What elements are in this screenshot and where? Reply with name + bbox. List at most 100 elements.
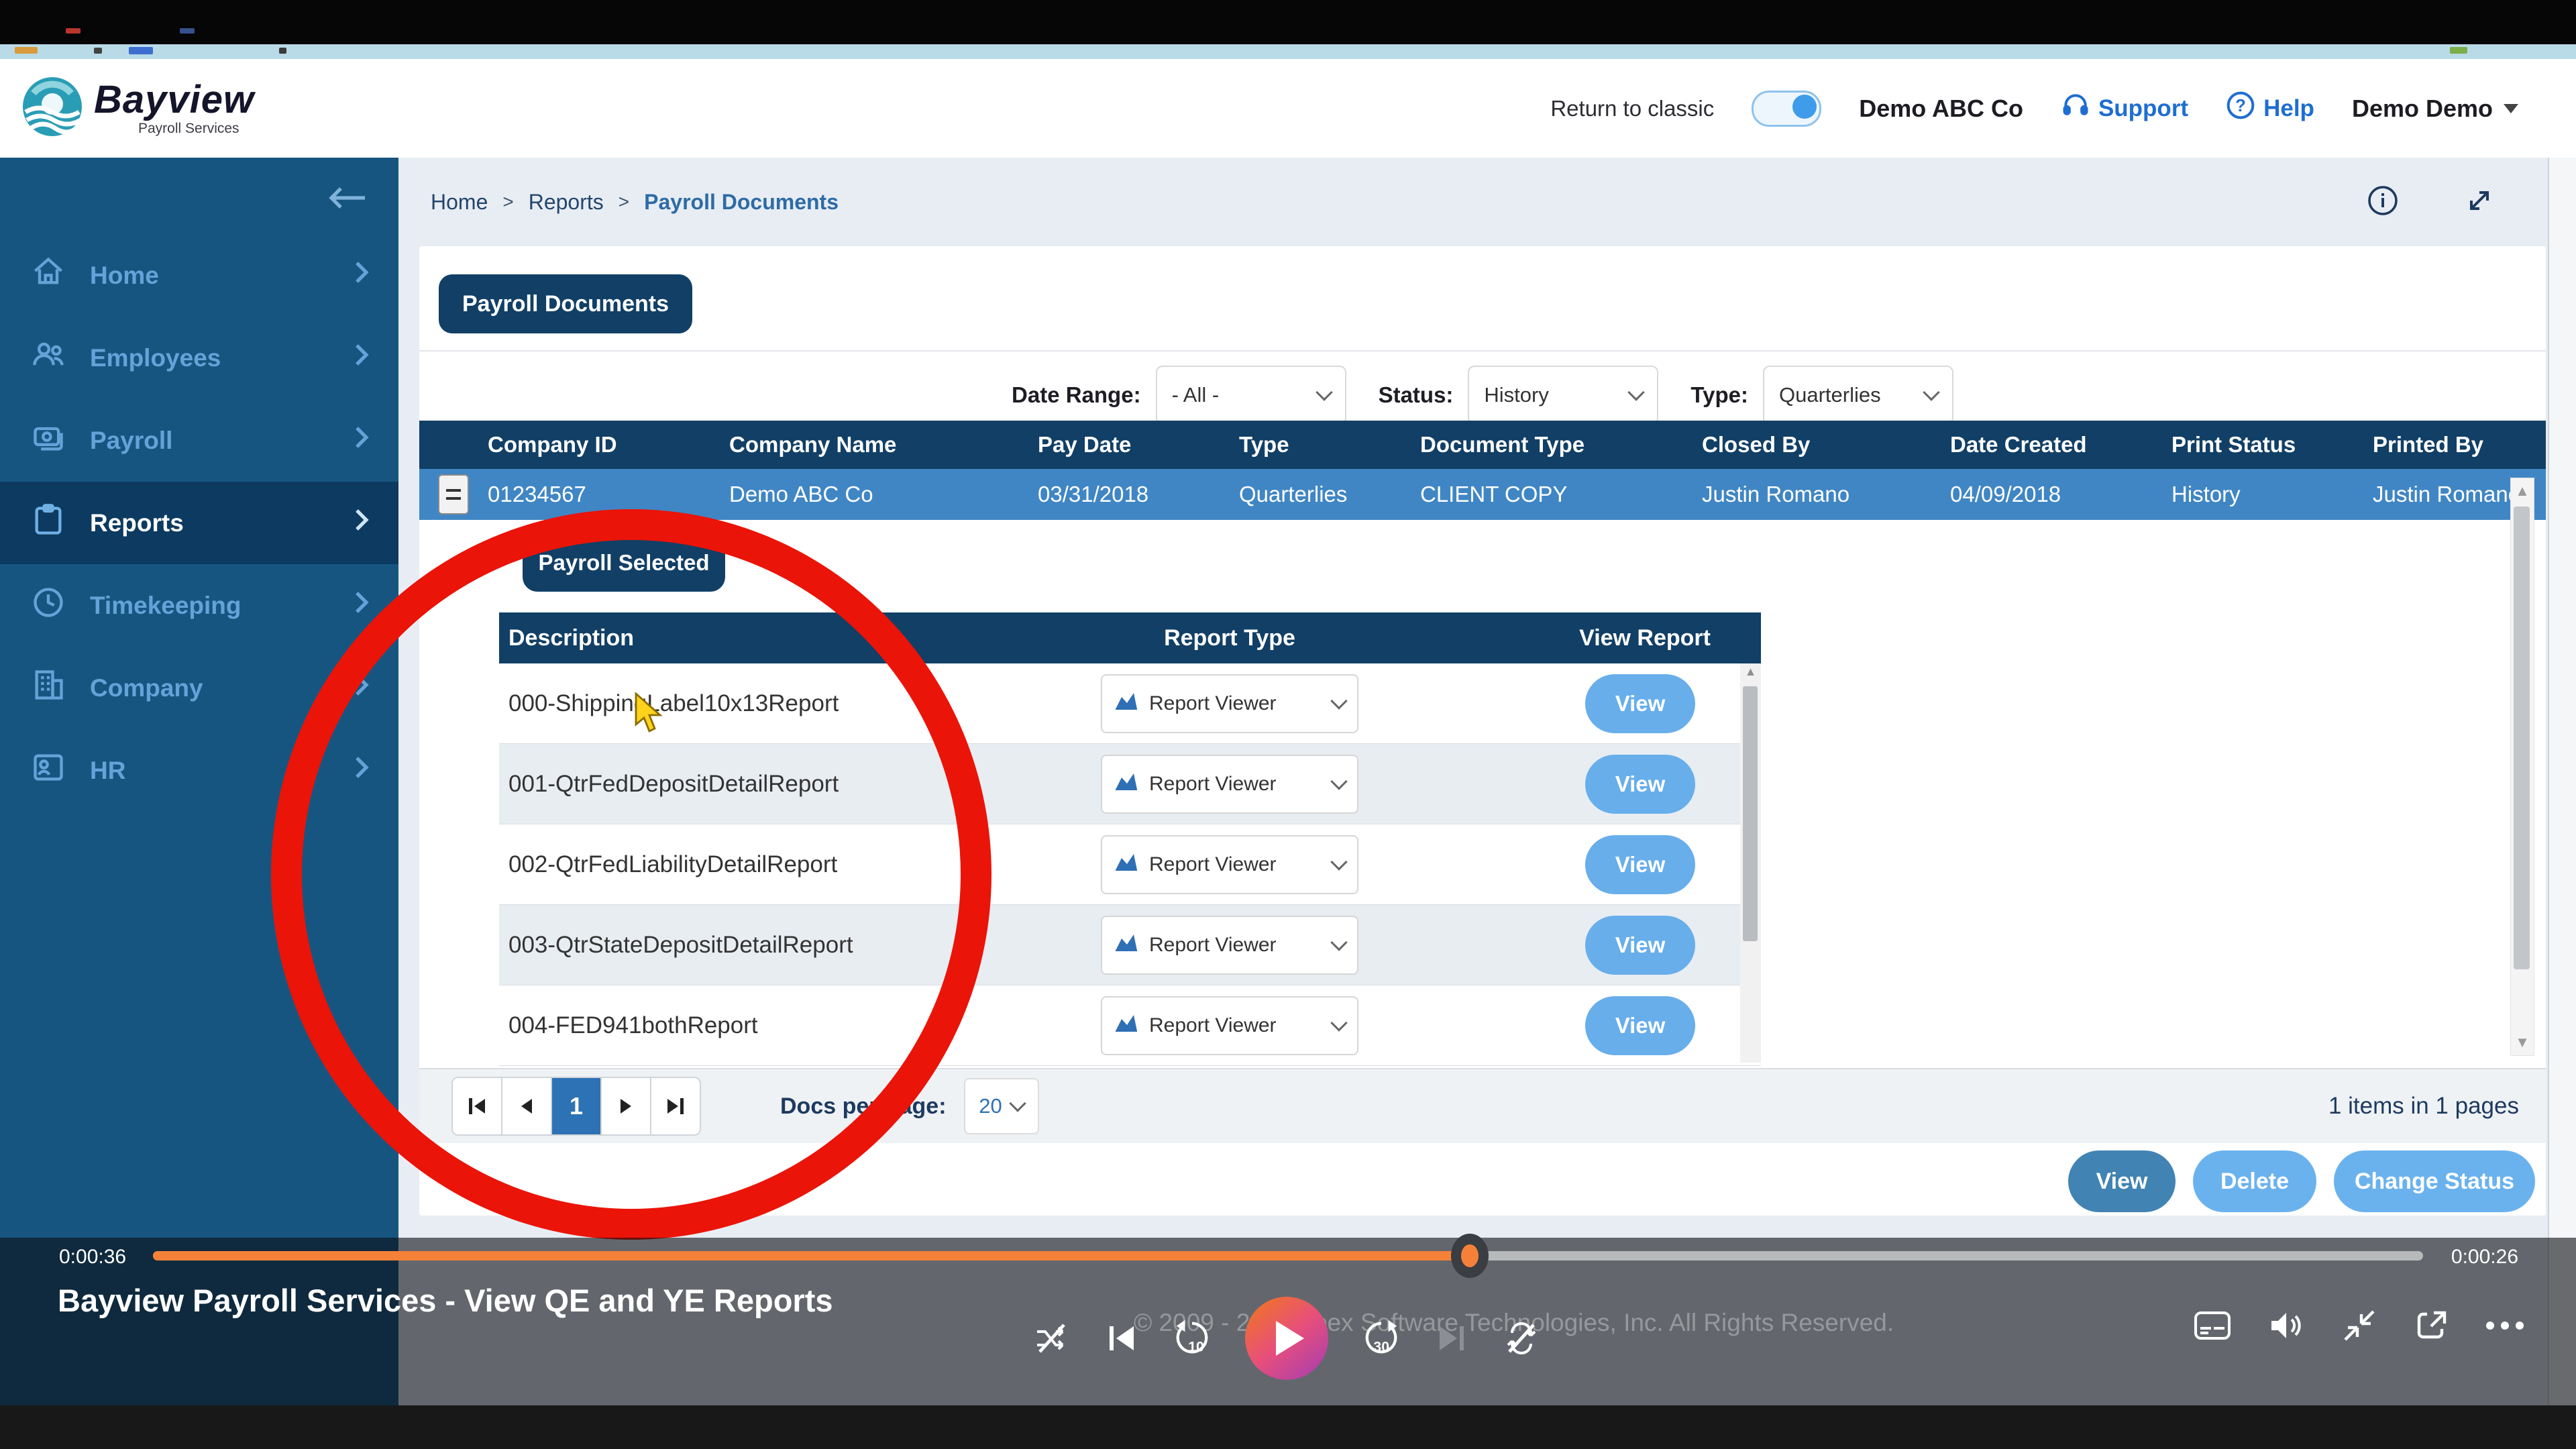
support-link[interactable]: Support: [2061, 91, 2188, 126]
sidebar-item-employees[interactable]: Employees: [0, 317, 398, 399]
sidebar-nav: Home Employees Payroll: [0, 158, 398, 812]
sidebar-item-reports[interactable]: Reports: [0, 482, 398, 564]
video-frame: Bayview Payroll Services Return to class…: [0, 0, 2576, 1449]
view-report-button[interactable]: View: [1585, 916, 1695, 975]
play-button[interactable]: [1245, 1297, 1328, 1380]
sidebar-item-hr[interactable]: HR: [0, 729, 398, 812]
classic-toggle[interactable]: [1752, 91, 1821, 127]
breadcrumb-home[interactable]: Home: [431, 190, 488, 215]
breadcrumb-current: Payroll Documents: [644, 190, 839, 215]
pop-out-icon[interactable]: [2414, 1307, 2450, 1344]
type-select[interactable]: Quarterlies: [1763, 366, 1953, 425]
scrollbar-thumb[interactable]: [1743, 686, 1758, 941]
report-row: 004-FED941bothReport Report Viewer View: [499, 985, 1761, 1066]
tab-payroll-documents[interactable]: Payroll Documents: [439, 274, 692, 333]
docs-per-page-select[interactable]: 20: [964, 1078, 1039, 1134]
artifact-speck: [15, 47, 38, 54]
reports-scrollbar[interactable]: ▲: [1740, 663, 1761, 1063]
artifact-speck: [129, 47, 153, 54]
chevron-down-icon: [1628, 384, 1645, 400]
report-type-select[interactable]: Report Viewer: [1101, 916, 1358, 975]
report-type-value: Report Viewer: [1149, 692, 1322, 715]
change-status-button[interactable]: Change Status: [2334, 1150, 2535, 1212]
help-icon: ?: [2226, 91, 2255, 126]
view-report-button[interactable]: View: [1585, 674, 1695, 733]
cell-pay-date: 03/31/2018: [1030, 469, 1231, 520]
chevron-down-icon: [1330, 692, 1347, 709]
previous-page-button[interactable]: [502, 1078, 552, 1134]
yellow-cursor-icon: [633, 692, 668, 737]
pager: 1: [451, 1077, 701, 1136]
report-type-select[interactable]: Report Viewer: [1101, 835, 1358, 894]
clock-icon: [31, 585, 66, 626]
status-select[interactable]: History: [1468, 366, 1658, 425]
user-menu[interactable]: Demo Demo: [2352, 95, 2518, 123]
document-row-selected[interactable]: 01234567 Demo ABC Co 03/31/2018 Quarterl…: [419, 469, 2546, 520]
chevron-right-icon: [353, 590, 370, 621]
exit-fullscreen-icon[interactable]: [2341, 1307, 2377, 1344]
column-header: Print Status: [2163, 421, 2365, 469]
video-player-controls: 0:00:36 0:00:26 Bayview Payroll Services…: [0, 1238, 2576, 1405]
info-icon[interactable]: [2367, 184, 2399, 220]
playhead-handle[interactable]: [1451, 1234, 1489, 1278]
sidebar-item-company[interactable]: Company: [0, 647, 398, 729]
column-header: Pay Date: [1030, 421, 1231, 469]
next-page-button[interactable]: [602, 1078, 651, 1134]
reports-table: Description Report Type View Report 000-…: [499, 612, 1761, 1066]
breadcrumb-reports[interactable]: Reports: [529, 190, 604, 215]
forward-30-icon[interactable]: 30: [1362, 1319, 1401, 1358]
captions-icon[interactable]: [2194, 1311, 2231, 1340]
view-report-button[interactable]: View: [1585, 996, 1695, 1055]
scrollbar-thumb[interactable]: [2514, 506, 2530, 969]
page-scroll-gutter[interactable]: [2548, 158, 2576, 1405]
report-type-select[interactable]: Report Viewer: [1101, 996, 1358, 1055]
previous-track-icon[interactable]: [1104, 1321, 1139, 1356]
delete-button[interactable]: Delete: [2193, 1150, 2316, 1212]
sidebar-item-timekeeping[interactable]: Timekeeping: [0, 564, 398, 647]
elapsed-time: 0:00:36: [59, 1246, 126, 1269]
last-page-button[interactable]: [651, 1078, 700, 1134]
date-range-select[interactable]: - All -: [1156, 366, 1346, 425]
chart-icon: [1114, 771, 1138, 797]
next-track-icon[interactable]: [1434, 1321, 1469, 1356]
sidebar-item-home[interactable]: Home: [0, 234, 398, 317]
table-scrollbar[interactable]: ▲ ▼: [2510, 478, 2534, 1056]
collapse-row-icon[interactable]: [438, 474, 469, 515]
sidebar-item-payroll[interactable]: Payroll: [0, 399, 398, 482]
chart-icon: [1114, 691, 1138, 716]
report-type-select[interactable]: Report Viewer: [1101, 674, 1358, 733]
divider: [419, 350, 2546, 352]
expand-icon[interactable]: [2462, 183, 2497, 221]
volume-icon[interactable]: [2267, 1309, 2305, 1342]
first-page-button[interactable]: [453, 1078, 502, 1134]
view-report-button[interactable]: View: [1585, 755, 1695, 814]
app-header: Bayview Payroll Services Return to class…: [0, 59, 2576, 158]
shuffle-off-icon[interactable]: [1033, 1320, 1071, 1357]
chevron-right-icon: [353, 425, 370, 455]
remaining-time: 0:00:26: [2451, 1246, 2518, 1269]
browser-strip: [0, 44, 2576, 59]
scroll-up-icon[interactable]: ▲: [2511, 481, 2534, 501]
scroll-down-icon[interactable]: ▼: [2511, 1032, 2534, 1053]
view-button[interactable]: View: [2068, 1150, 2176, 1212]
rewind-10-icon[interactable]: 10: [1173, 1319, 1212, 1358]
column-header: Description: [499, 625, 1065, 651]
scroll-up-icon[interactable]: ▲: [1740, 665, 1761, 679]
support-label: Support: [2098, 95, 2188, 122]
home-icon: [31, 255, 66, 296]
page-number-button[interactable]: 1: [552, 1078, 602, 1134]
progress-bar[interactable]: [153, 1251, 2423, 1260]
app-body: Home Employees Payroll: [0, 158, 2576, 1405]
more-options-icon[interactable]: [2486, 1322, 2524, 1330]
payroll-selected-button[interactable]: Payroll Selected: [523, 534, 725, 592]
report-type-select[interactable]: Report Viewer: [1101, 755, 1358, 814]
sidebar-item-label: Timekeeping: [90, 592, 241, 620]
help-link[interactable]: ? Help: [2226, 91, 2314, 126]
view-report-button[interactable]: View: [1585, 835, 1695, 894]
skip-back-amount: 10: [1188, 1338, 1204, 1354]
repeat-off-icon[interactable]: [1503, 1320, 1540, 1357]
collapse-sidebar-arrow-icon[interactable]: [326, 183, 368, 216]
column-spacer: [419, 421, 480, 469]
artifact-speck: [94, 48, 102, 54]
chart-icon: [1114, 852, 1138, 877]
